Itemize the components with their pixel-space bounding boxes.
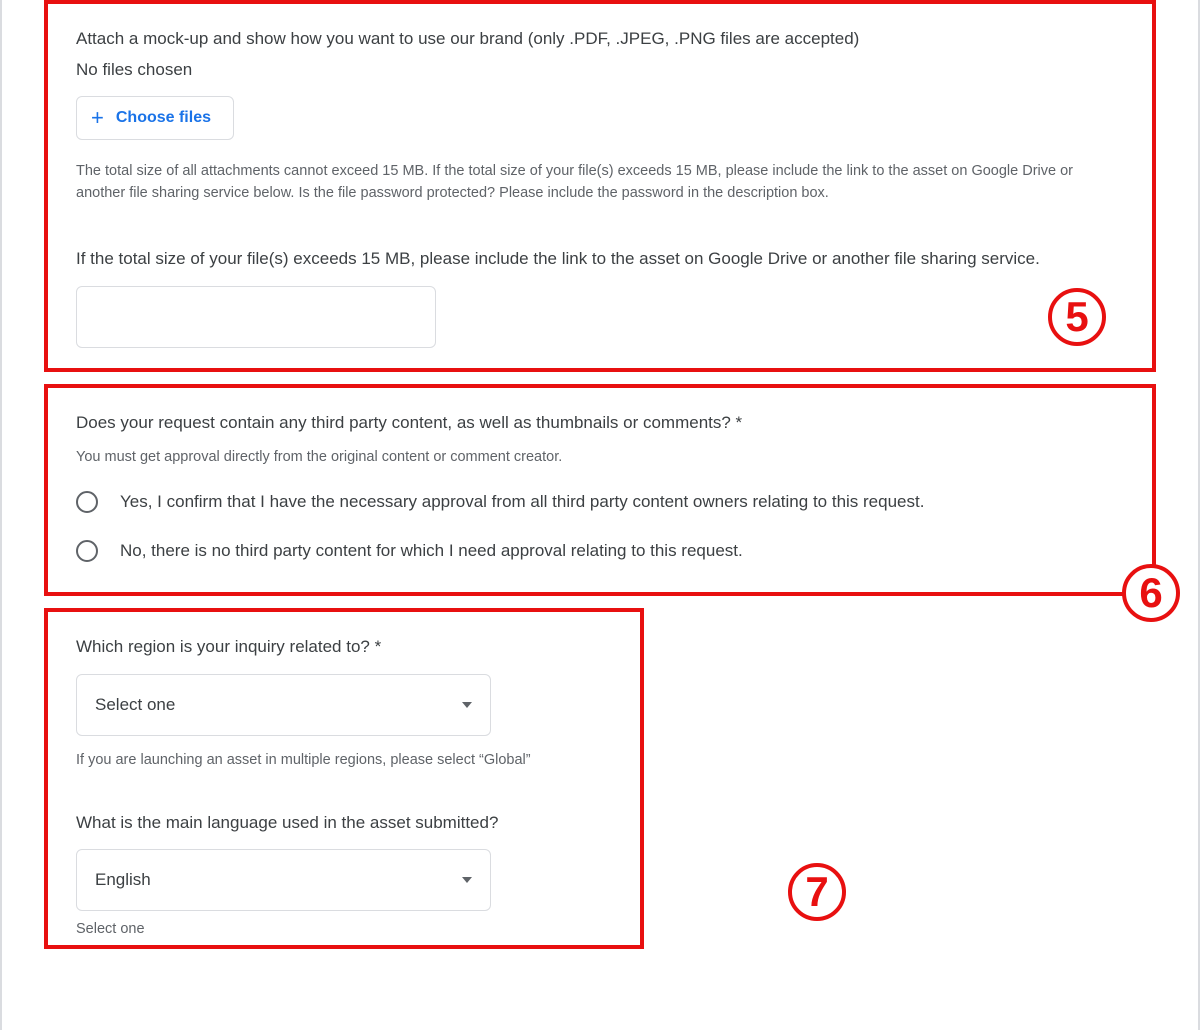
language-select[interactable]: English (76, 849, 491, 911)
attach-label: Attach a mock-up and show how you want t… (76, 26, 1124, 52)
radio-option-no[interactable]: No, there is no third party content for … (76, 538, 1124, 564)
language-helper-text: Select one (76, 921, 612, 937)
region-question: Which region is your inquiry related to?… (76, 634, 612, 660)
link-label: If the total size of your file(s) exceed… (76, 246, 1124, 272)
annotation-badge-5: 5 (1048, 288, 1106, 346)
plus-icon: + (91, 107, 104, 129)
third-party-question: Does your request contain any third part… (76, 410, 1124, 436)
radio-circle-icon[interactable] (76, 540, 98, 562)
radio-option-yes[interactable]: Yes, I confirm that I have the necessary… (76, 489, 1124, 515)
third-party-sub-helper: You must get approval directly from the … (76, 449, 1124, 465)
section-attach-mockup: Attach a mock-up and show how you want t… (44, 0, 1156, 372)
radio-label-yes: Yes, I confirm that I have the necessary… (120, 489, 924, 515)
annotation-badge-6: 6 (1122, 564, 1180, 622)
radio-label-no: No, there is no third party content for … (120, 538, 743, 564)
section-region-language: Which region is your inquiry related to?… (44, 608, 644, 949)
language-question: What is the main language used in the as… (76, 810, 612, 836)
choose-files-label: Choose files (116, 109, 211, 127)
attachment-helper-text: The total size of all attachments cannot… (76, 160, 1124, 205)
form-container: Attach a mock-up and show how you want t… (0, 0, 1200, 1030)
chevron-down-icon (462, 702, 472, 708)
file-link-input[interactable] (76, 286, 436, 348)
region-select[interactable]: Select one (76, 674, 491, 736)
section-third-party-content: Does your request contain any third part… (44, 384, 1156, 596)
choose-files-button[interactable]: + Choose files (76, 96, 234, 140)
no-files-text: No files chosen (76, 60, 1124, 80)
region-select-value: Select one (95, 695, 175, 715)
annotation-badge-7: 7 (788, 863, 846, 921)
chevron-down-icon (462, 877, 472, 883)
language-select-value: English (95, 870, 151, 890)
region-helper-text: If you are launching an asset in multipl… (76, 752, 612, 768)
radio-circle-icon[interactable] (76, 491, 98, 513)
